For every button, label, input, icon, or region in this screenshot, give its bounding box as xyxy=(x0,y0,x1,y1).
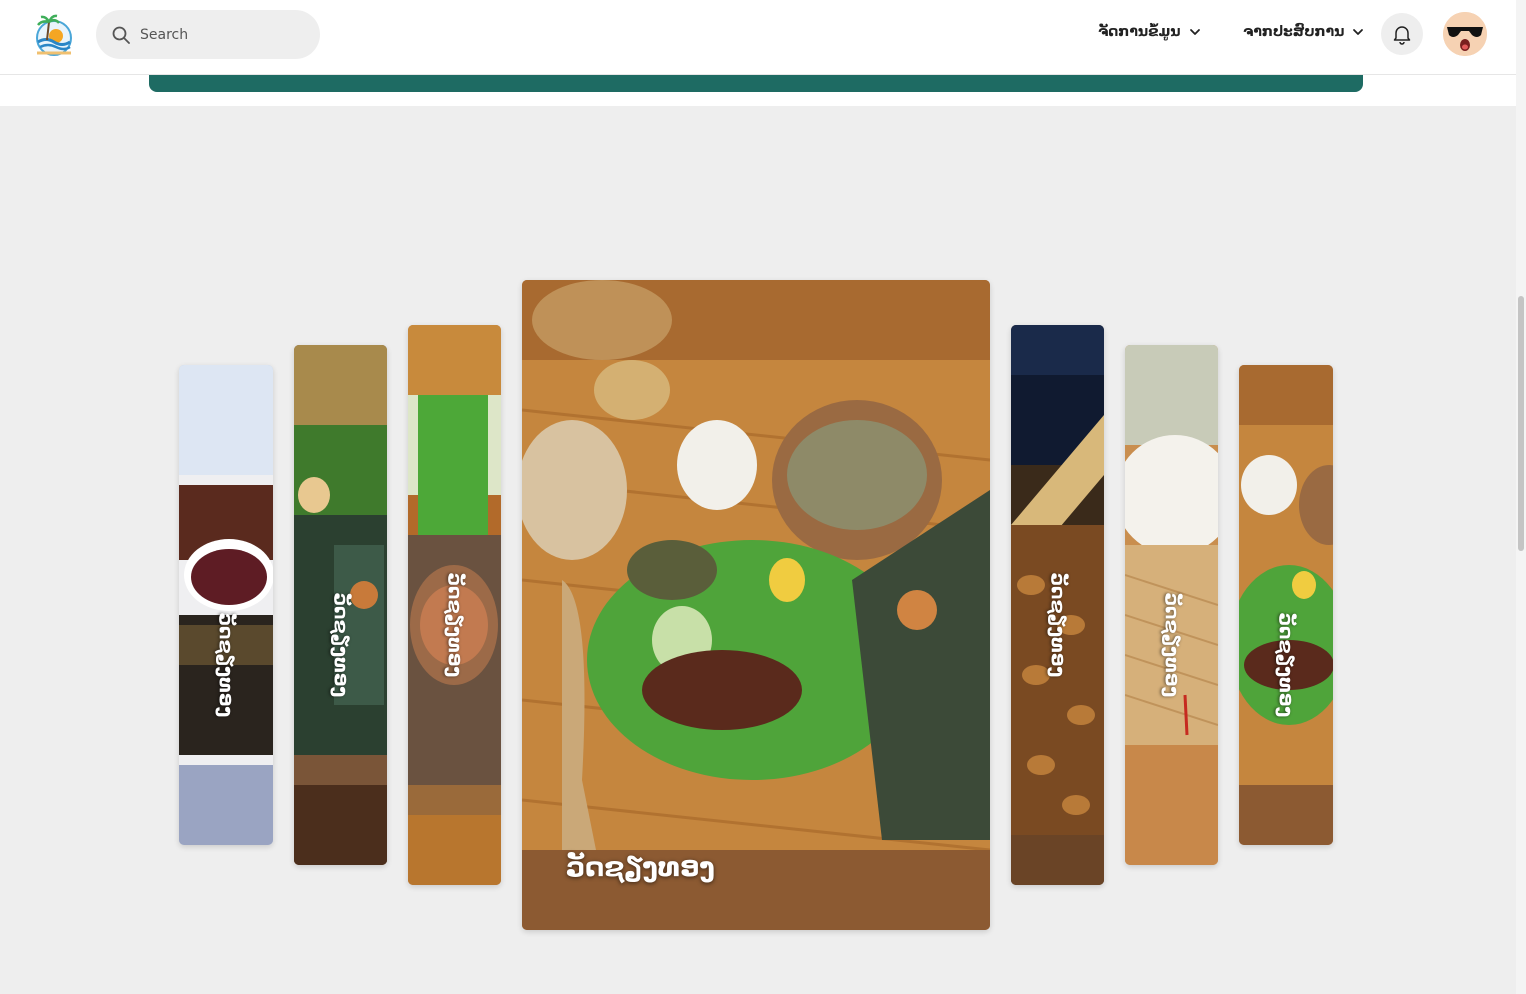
gallery-card[interactable]: ວັດຊຽງທອງ xyxy=(179,365,273,845)
search-input[interactable] xyxy=(138,25,312,44)
teal-accent-bar xyxy=(149,75,1363,92)
bell-icon xyxy=(1393,26,1411,45)
scrollbar-thumb[interactable] xyxy=(1518,296,1524,551)
gallery-card[interactable]: ວັດຊຽງທອງ xyxy=(1125,345,1218,865)
card-label: ວັດຊຽງທອງ xyxy=(443,572,466,678)
search-icon xyxy=(112,26,130,44)
gallery-card-active[interactable]: ວັດຊຽງທອງ xyxy=(522,280,990,930)
gallery-card[interactable]: ວັດຊຽງທອງ xyxy=(408,325,501,885)
chevron-down-icon xyxy=(1353,29,1364,35)
card-label: ວັດຊຽງທອງ xyxy=(215,612,237,718)
lao-food-platter-image xyxy=(522,280,990,930)
card-title: ວັດຊຽງທອງ xyxy=(566,852,715,883)
experience-menu[interactable]: ຈາກປະສົບການ xyxy=(1243,24,1364,40)
avatar-sunglasses-icon xyxy=(1443,12,1487,56)
experience-menu-label: ຈາກປະສົບການ xyxy=(1243,24,1345,40)
top-navigation-bar: ຈັດການຂໍ້ມູນ ຈາກປະສົບການ xyxy=(0,0,1516,75)
manage-data-menu-label: ຈັດການຂໍ້ມູນ xyxy=(1098,24,1181,40)
card-label: ວັດຊຽງທອງ xyxy=(1046,572,1069,678)
chevron-down-icon xyxy=(1189,29,1200,35)
lao-food-platter-thumb-image xyxy=(1239,365,1333,845)
jerky-dish-image xyxy=(179,365,273,845)
gallery-card[interactable]: ວັດຊຽງທອງ xyxy=(294,345,387,865)
notifications-button[interactable] xyxy=(1381,13,1423,55)
search-box[interactable] xyxy=(96,10,320,59)
user-avatar[interactable] xyxy=(1443,12,1487,56)
beach-logo-icon[interactable] xyxy=(30,12,78,60)
gallery-card[interactable]: ວັດຊຽງທອງ xyxy=(1011,325,1104,885)
card-label: ວັດຊຽງທອງ xyxy=(329,592,352,698)
card-label: ວັດຊຽງທອງ xyxy=(1160,592,1183,698)
gallery-card[interactable]: ວັດຊຽງທອງ xyxy=(1239,365,1333,845)
manage-data-menu[interactable]: ຈັດການຂໍ້ມູນ xyxy=(1098,24,1201,40)
page-scrollbar[interactable] xyxy=(1516,0,1526,994)
card-label: ວັດຊຽງທອງ xyxy=(1275,612,1297,718)
